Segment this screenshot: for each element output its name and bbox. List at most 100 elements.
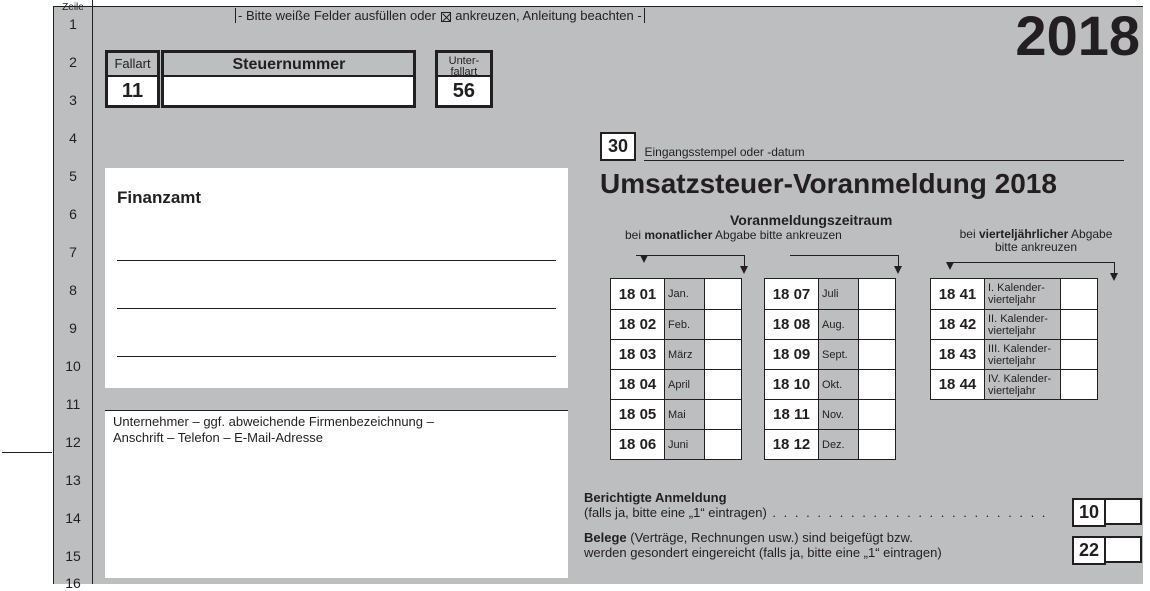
month-row: 18 10Okt. (765, 369, 895, 399)
month-name: März (665, 340, 705, 369)
month-name: Okt. (819, 370, 859, 399)
month-row: 18 01Jan. (611, 279, 741, 309)
vz-heading: Voranmeldungszeitraum (730, 212, 892, 228)
month-code: 18 09 (765, 340, 819, 369)
finanzamt-block[interactable]: Finanzamt (105, 168, 568, 388)
month-name: Sept. (819, 340, 859, 369)
top-instruction: - Bitte weiße Felder ausfüllen oder ankr… (235, 8, 645, 23)
month-row: 18 08Aug. (765, 309, 895, 339)
line-2: 2 (53, 54, 93, 70)
unterfallart-label: Unter- fallart (438, 53, 490, 75)
month-checkbox[interactable] (859, 279, 895, 309)
month-code: 18 12 (765, 430, 819, 459)
ber-dots: . . . . . . . . . . . . . . . . . . . . … (767, 505, 1048, 520)
line-13: 13 (53, 472, 93, 488)
month-checkbox[interactable] (705, 340, 741, 369)
finanzamt-line-3 (117, 356, 556, 357)
line-header: Zeile (53, 0, 93, 13)
line-7: 7 (53, 244, 93, 260)
form-page: Zeile 1 2 3 4 5 6 7 8 9 10 11 12 13 14 1… (0, 0, 1150, 590)
steuernummer-input[interactable] (164, 75, 413, 105)
ber-code-box: 10 (1072, 498, 1142, 527)
month-code: 18 02 (611, 310, 665, 339)
line-3: 3 (53, 92, 93, 108)
month-code: 18 10 (765, 370, 819, 399)
quarter-code: 18 42 (931, 310, 985, 339)
vz-m-c: Abgabe bitte ankreuzen (712, 228, 841, 242)
vz-quarterly-hint: bei vierteljährlicher Abgabe bitte ankre… (956, 228, 1116, 254)
unternehmer-block[interactable]: Unternehmer – ggf. abweichende Firmenbez… (105, 410, 568, 578)
belege-c: werden gesondert eingereicht (falls ja, … (584, 545, 942, 560)
quarter-checkbox[interactable] (1061, 340, 1097, 369)
months-grid-1: 18 01Jan. 18 02Feb. 18 03März 18 04April… (610, 278, 742, 460)
arrow-line-m2 (790, 255, 898, 256)
fallart-label: Fallart (108, 53, 157, 75)
month-row: 18 02Feb. (611, 309, 741, 339)
month-code: 18 05 (611, 400, 665, 429)
arrow-line-m1 (636, 255, 744, 256)
month-checkbox[interactable] (705, 279, 741, 309)
line-12: 12 (53, 434, 93, 450)
months-grid-2: 18 07Juli 18 08Aug. 18 09Sept. 18 10Okt.… (764, 278, 896, 460)
vz-monthly-hint: bei monatlicher Abgabe bitte ankreuzen (625, 228, 842, 242)
month-name: April (665, 370, 705, 399)
month-checkbox[interactable] (859, 400, 895, 429)
finanzamt-label: Finanzamt (117, 188, 201, 208)
line-14: 14 (53, 510, 93, 526)
month-checkbox[interactable] (705, 370, 741, 399)
month-code: 18 03 (611, 340, 665, 369)
month-row: 18 05Mai (611, 399, 741, 429)
month-code: 18 08 (765, 310, 819, 339)
month-code: 18 06 (611, 430, 665, 459)
quarter-row: 18 43III. Kalender- vierteljahr (931, 339, 1097, 369)
finanzamt-line-2 (117, 308, 556, 309)
unterfallart-value: 56 (438, 75, 490, 105)
unternehmer-text: Unternehmer – ggf. abweichende Firmenbez… (113, 414, 434, 446)
quarter-name: IV. Kalender- vierteljahr (985, 370, 1061, 399)
steuernummer-box: Steuernummer (161, 50, 416, 108)
finanzamt-line-1 (117, 260, 556, 261)
line-9: 9 (53, 320, 93, 336)
line-4: 4 (53, 130, 93, 146)
month-checkbox[interactable] (705, 310, 741, 339)
month-row: 18 11Nov. (765, 399, 895, 429)
vz-m-b: monatlicher (644, 228, 712, 242)
instr-a: - Bitte weiße Felder ausfüllen oder (238, 8, 436, 23)
arrow-down-icon (1110, 273, 1118, 281)
arrow-down-icon (946, 262, 954, 270)
belege-row: Belege (Verträge, Rechnungen usw.) sind … (584, 530, 942, 560)
month-checkbox[interactable] (859, 340, 895, 369)
eingangsstempel-row: 30 Eingangsstempel oder -datum (600, 132, 1124, 161)
steuernummer-label: Steuernummer (164, 53, 413, 75)
month-row: 18 09Sept. (765, 339, 895, 369)
ber-input[interactable] (1106, 498, 1142, 525)
line-15: 15 (53, 548, 93, 564)
quarter-checkbox[interactable] (1061, 310, 1097, 339)
month-name: Mai (665, 400, 705, 429)
month-name: Juni (665, 430, 705, 459)
month-name: Juli (819, 279, 859, 309)
month-checkbox[interactable] (859, 310, 895, 339)
month-checkbox[interactable] (705, 430, 741, 459)
arrow-down-icon (894, 266, 902, 274)
ber-heading: Berichtigte Anmeldung (584, 490, 727, 505)
quarter-checkbox[interactable] (1061, 279, 1097, 309)
unternehmer-top-line (105, 410, 568, 411)
belege-input[interactable] (1106, 536, 1142, 563)
month-row: 18 07Juli (765, 279, 895, 309)
ber-code: 10 (1072, 498, 1106, 527)
arrow-down-icon (640, 255, 648, 263)
month-checkbox[interactable] (859, 370, 895, 399)
belege-a: Belege (584, 530, 627, 545)
arrow-line-q (948, 262, 1114, 263)
arrow-down-icon (740, 266, 748, 274)
month-name: Dez. (819, 430, 859, 459)
vz-q-c: Abgabe (1068, 227, 1112, 241)
month-checkbox[interactable] (859, 430, 895, 459)
margin-tick (2, 452, 52, 453)
fallart-value: 11 (108, 75, 157, 105)
quarter-code: 18 43 (931, 340, 985, 369)
month-row: 18 03März (611, 339, 741, 369)
month-checkbox[interactable] (705, 400, 741, 429)
quarter-checkbox[interactable] (1061, 370, 1097, 399)
